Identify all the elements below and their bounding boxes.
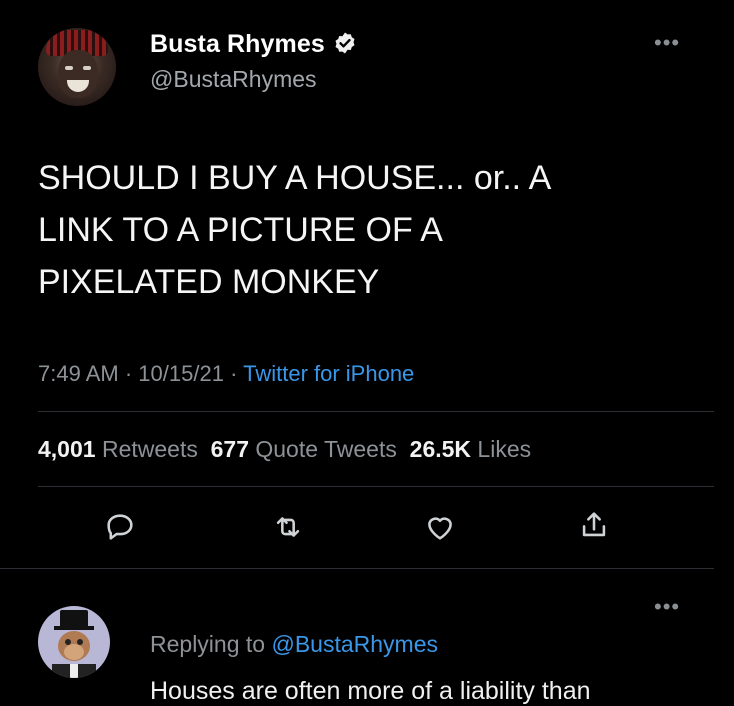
divider [38,486,714,487]
author-avatar[interactable] [38,28,116,106]
tweet-text-line: PIXELATED MONKEY [38,263,380,301]
tweet-meta: 7:49 AM · 10/15/21 · Twitter for iPhone [38,361,414,387]
retweet-icon[interactable] [271,510,305,544]
reply-text: Houses are often more of a liability tha… [150,677,591,705]
retweets-stat[interactable]: 4,001 Retweets [38,436,198,462]
tweet-date[interactable]: 10/15/21 [138,361,224,386]
author-name-row[interactable]: Busta Rhymes [150,30,357,59]
tweet-text-line: LINK TO A PICTURE OF A [38,211,443,249]
retweets-label: Retweets [101,436,198,462]
tweet-text: SHOULD I BUY A HOUSE... or.. A LINK TO A… [38,152,678,308]
verified-badge-icon [335,32,355,54]
tweet-text-line: SHOULD I BUY A HOUSE... or.. A [38,159,552,197]
likes-count: 26.5K [409,436,472,462]
share-icon[interactable] [577,508,611,542]
quotes-stat[interactable]: 677 Quote Tweets [211,436,397,462]
reply-avatar[interactable] [38,606,110,678]
tweet-time[interactable]: 7:49 AM [38,361,119,386]
tweet-stats: 4,001 Retweets 677 Quote Tweets 26.5K Li… [38,436,531,463]
replying-prefix: Replying to [150,631,266,657]
replying-to: Replying to @BustaRhymes [150,631,438,658]
replying-handle[interactable]: @BustaRhymes [271,631,438,657]
likes-stat[interactable]: 26.5K Likes [410,436,531,462]
retweets-count: 4,001 [38,436,96,462]
author-display-name[interactable]: Busta Rhymes [150,30,325,58]
tweet-source[interactable]: Twitter for iPhone [243,361,414,386]
meta-separator: · [230,361,238,386]
more-dots-icon[interactable]: ••• [654,30,680,56]
reply-icon[interactable] [103,510,137,544]
more-dots-icon[interactable]: ••• [654,594,680,620]
likes-label: Likes [477,436,532,462]
quotes-count: 677 [210,436,249,462]
divider [0,568,714,569]
heart-icon[interactable] [423,510,457,544]
meta-separator: · [124,361,133,386]
divider [38,411,714,412]
author-handle[interactable]: @BustaRhymes [150,66,317,93]
quotes-label: Quote Tweets [255,436,397,462]
